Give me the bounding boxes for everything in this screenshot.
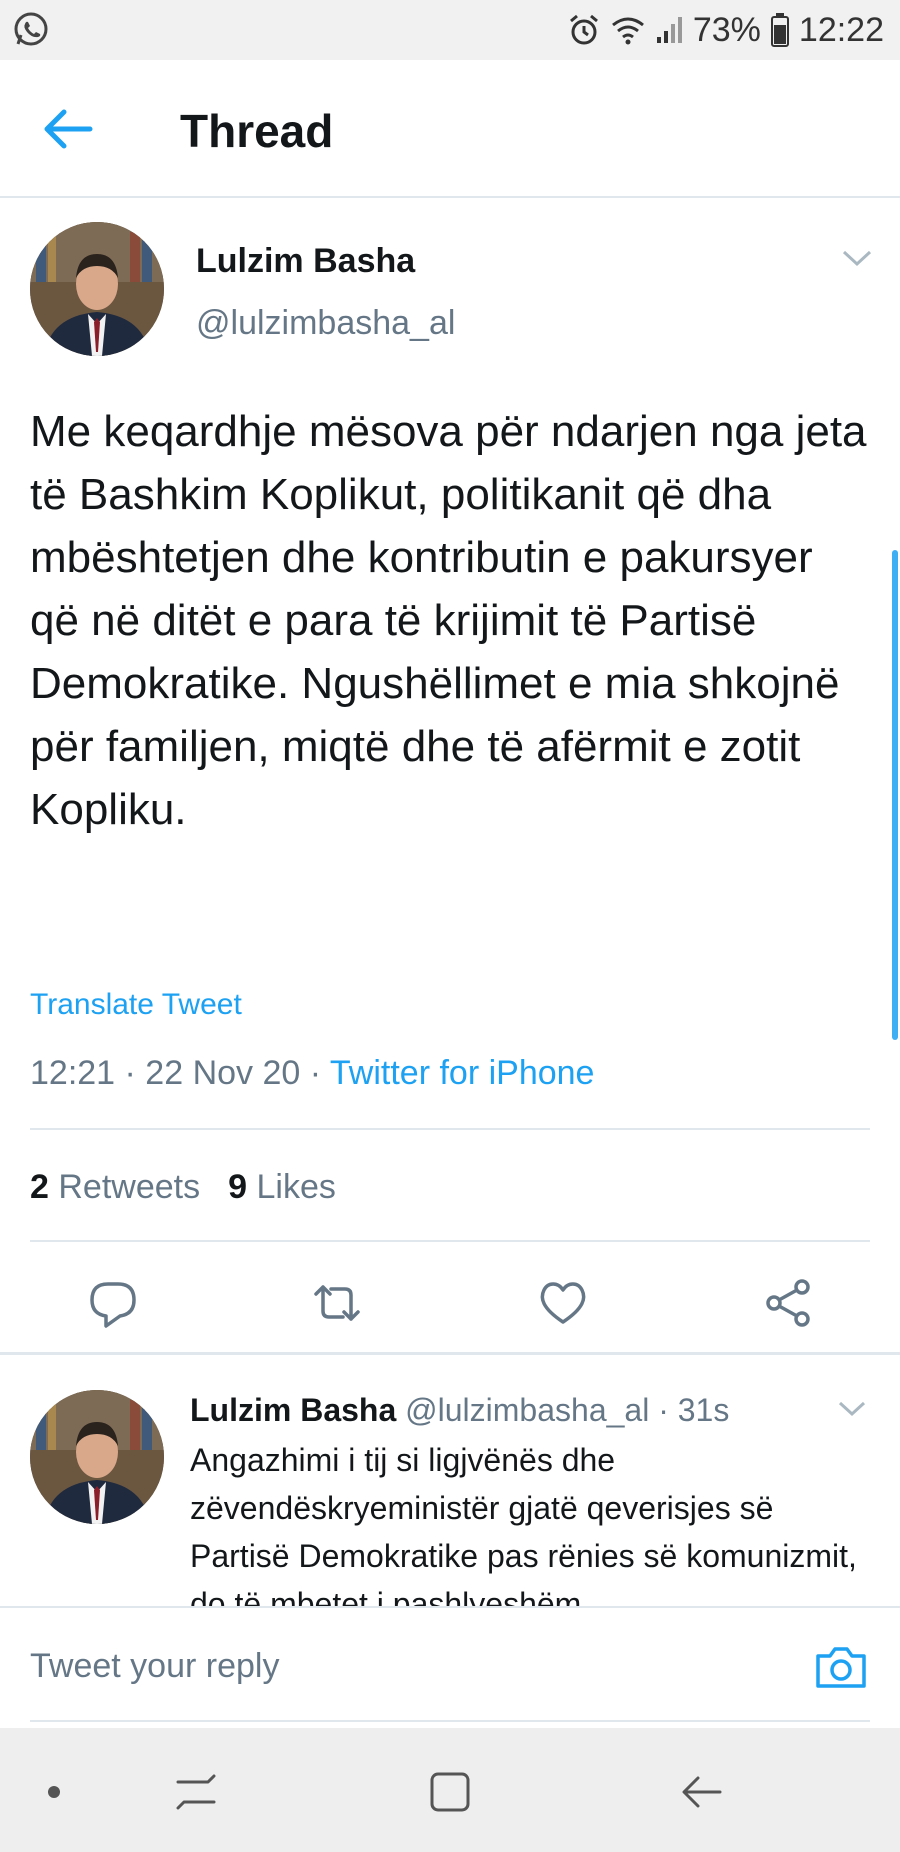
- system-nav-bar: [0, 1728, 900, 1852]
- alarm-icon: [567, 13, 601, 47]
- share-icon[interactable]: [762, 1276, 816, 1330]
- back-icon[interactable]: [678, 1768, 726, 1816]
- divider: [30, 1720, 870, 1722]
- tweet-stats: 2 Retweets 9 Likes: [30, 1168, 336, 1207]
- retweets-count: 2: [30, 1168, 49, 1206]
- reply-avatar[interactable]: [30, 1390, 164, 1524]
- divider: [30, 1128, 870, 1130]
- reply-icon[interactable]: [86, 1276, 140, 1330]
- battery-level: 73%: [692, 10, 761, 49]
- chevron-down-icon[interactable]: [840, 246, 874, 270]
- scrollbar[interactable]: [892, 550, 898, 1040]
- divider: [30, 1240, 870, 1242]
- reply-composer: [0, 1606, 900, 1728]
- reply-meta: @lulzimbasha_al · 31s: [396, 1392, 730, 1428]
- reply-author-name: Lulzim Basha: [190, 1392, 397, 1428]
- translate-tweet-link[interactable]: Translate Tweet: [30, 988, 242, 1022]
- dot-icon[interactable]: [30, 1768, 78, 1816]
- recent-apps-icon[interactable]: [172, 1768, 220, 1816]
- tweet-timestamp: 12:21 · 22 Nov 20 ·: [30, 1054, 330, 1092]
- tweet-text: Me keqardhje mësova për ndarjen nga jeta…: [30, 407, 867, 834]
- avatar[interactable]: [30, 222, 164, 356]
- likes-stat[interactable]: 9 Likes: [228, 1168, 336, 1206]
- clock: 12:22: [798, 10, 884, 49]
- reply-header[interactable]: Lulzim Basha @lulzimbasha_al · 31s: [190, 1392, 729, 1429]
- chevron-down-icon[interactable]: [836, 1398, 868, 1420]
- author-handle[interactable]: @lulzimbasha_al: [196, 304, 455, 343]
- camera-icon[interactable]: [814, 1642, 868, 1692]
- tweet-meta: 12:21 · 22 Nov 20 · Twitter for iPhone: [30, 1054, 594, 1093]
- reply-input[interactable]: [30, 1638, 790, 1694]
- back-arrow-icon[interactable]: [40, 106, 96, 152]
- thread-separator: [0, 1352, 900, 1355]
- whatsapp-icon: [12, 10, 50, 53]
- header: Thread: [0, 60, 900, 198]
- retweets-label: Retweets: [58, 1168, 201, 1206]
- likes-count: 9: [228, 1168, 248, 1206]
- page-title: Thread: [180, 105, 334, 157]
- signal-icon: [655, 15, 683, 45]
- status-bar: 73% 12:22: [0, 0, 900, 60]
- battery-icon: [770, 13, 789, 47]
- wifi-icon: [611, 15, 645, 45]
- home-icon[interactable]: [426, 1768, 474, 1816]
- retweets-stat[interactable]: 2 Retweets: [30, 1168, 200, 1206]
- likes-label: Likes: [256, 1168, 336, 1206]
- tweet-source-link[interactable]: Twitter for iPhone: [330, 1054, 595, 1092]
- reply-text[interactable]: Angazhimi i tij si ligjvënës dhe zëvendë…: [190, 1436, 880, 1606]
- retweet-icon[interactable]: [310, 1276, 364, 1330]
- author-name[interactable]: Lulzim Basha: [196, 242, 415, 281]
- like-icon[interactable]: [536, 1276, 590, 1330]
